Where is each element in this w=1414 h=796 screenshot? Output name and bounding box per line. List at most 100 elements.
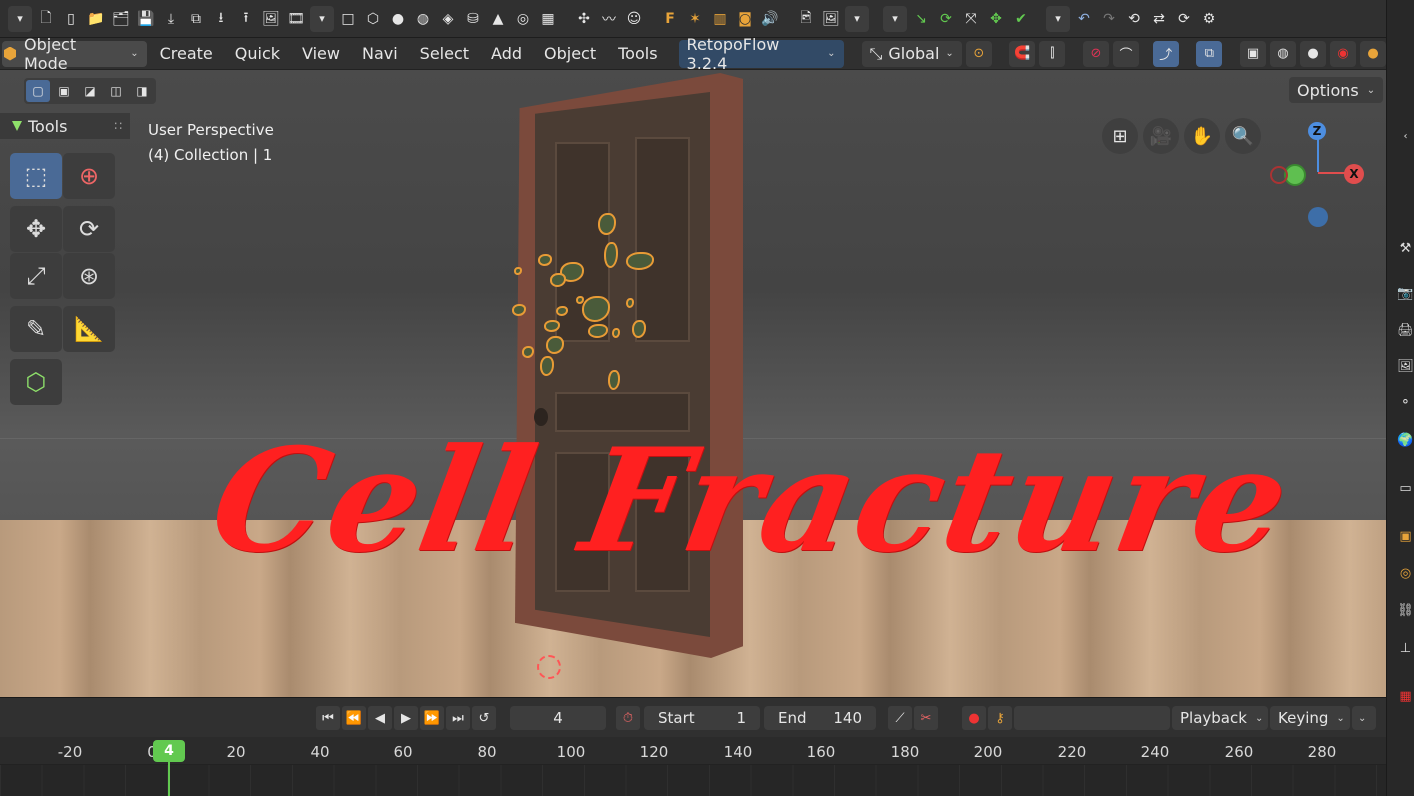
shading-rendered-icon[interactable]: ●: [1359, 40, 1386, 67]
playback-dropdown[interactable]: Playback ⌄: [1172, 706, 1268, 730]
end-frame-field[interactable]: End 140: [764, 706, 876, 730]
record-icon[interactable]: ●: [962, 706, 986, 730]
proportional-editing-icon[interactable]: ⊘: [1083, 40, 1109, 67]
prev-keyframe-icon[interactable]: ⏪: [342, 706, 366, 730]
save-copy-icon[interactable]: ⧉: [185, 8, 207, 30]
open-folder-icon[interactable]: 📁: [85, 8, 107, 30]
toggle-grid-icon[interactable]: ⊞: [1102, 118, 1138, 154]
add-plane-icon[interactable]: □: [337, 8, 359, 30]
apply-transform-icon[interactable]: ✔: [1010, 8, 1032, 30]
add-grid-icon[interactable]: ▦: [537, 8, 559, 30]
transform-rotate-icon[interactable]: ⟳: [935, 8, 957, 30]
next-keyframe-icon[interactable]: ⏩: [420, 706, 444, 730]
gizmo-neg-z-axis[interactable]: [1308, 207, 1328, 227]
blank-file-icon[interactable]: ▯: [60, 8, 82, 30]
menu-view[interactable]: View: [293, 41, 349, 67]
3d-viewport[interactable]: ▢ ▣ ◪ ◫ ◨ Tools ∷ ⬚ ⊕ ✥ ⟳ ⤢ ⊛ ✎ 📐 ⬡ User…: [0, 70, 1386, 697]
add-curve-icon[interactable]: 〰: [598, 8, 620, 30]
view-layer-icon[interactable]: 🖼: [1397, 358, 1414, 375]
collapse-arrow-icon[interactable]: ‹: [1397, 128, 1414, 145]
transform-tool[interactable]: ⊛: [63, 253, 115, 299]
menu-add[interactable]: Add: [482, 41, 531, 67]
shading-material-icon[interactable]: ◉: [1329, 40, 1356, 67]
play-icon[interactable]: ▶: [394, 706, 418, 730]
cursor-tool[interactable]: ⊕: [63, 153, 115, 199]
transform-move-icon[interactable]: ↘: [910, 8, 932, 30]
render-animation-icon[interactable]: 🎞: [285, 8, 307, 30]
export-icon[interactable]: ⭱: [235, 8, 257, 30]
constraint-properties-icon[interactable]: ⛓: [1397, 602, 1414, 619]
add-cylinder-icon[interactable]: ⛁: [462, 8, 484, 30]
preferences-gear-icon[interactable]: ⚙: [1198, 8, 1220, 30]
snap-target-icon[interactable]: ⫿: [1039, 40, 1066, 67]
zoom-icon[interactable]: 🔍: [1225, 118, 1261, 154]
select-intersect-icon[interactable]: ◨: [130, 80, 154, 102]
scale-tool[interactable]: ⤢: [10, 253, 62, 299]
add-reference-icon[interactable]: 🖼: [820, 8, 842, 30]
object-properties-icon[interactable]: ▣: [1397, 528, 1414, 545]
menu-quick[interactable]: Quick: [226, 41, 289, 67]
snap-toggle-icon[interactable]: 🧲: [1009, 40, 1036, 67]
add-monkey-icon[interactable]: ☺: [623, 8, 645, 30]
overlay-toggle-icon[interactable]: ⧉: [1196, 40, 1223, 67]
keying-set-field[interactable]: [1014, 706, 1170, 730]
navigation-gizmo[interactable]: Z X: [1268, 120, 1378, 230]
add-ico-sphere-icon[interactable]: ◈: [437, 8, 459, 30]
gizmo-z-axis[interactable]: Z: [1308, 122, 1326, 140]
keying-set-icon[interactable]: ⚷: [988, 706, 1012, 730]
menu-object[interactable]: Object: [535, 41, 605, 67]
timeline-more-dropdown[interactable]: ⌄: [1352, 706, 1376, 730]
rotate-tool[interactable]: ⟳: [63, 206, 115, 252]
transform-dropdown[interactable]: ▾: [883, 5, 907, 32]
undo-history-icon[interactable]: ⟲: [1123, 8, 1145, 30]
recent-files-icon[interactable]: 🗂: [110, 8, 132, 30]
material-properties-icon[interactable]: ▦: [1397, 688, 1414, 705]
gizmo-neg-x-axis[interactable]: [1270, 166, 1288, 184]
proportional-falloff-icon[interactable]: ⌒: [1113, 40, 1139, 67]
camera-view-icon[interactable]: 🎥: [1143, 118, 1179, 154]
editor-type-dropdown[interactable]: ▾: [8, 5, 32, 32]
render-image-icon[interactable]: 🖼: [260, 8, 282, 30]
pivot-point-icon[interactable]: ⊙: [965, 40, 992, 67]
render-properties-icon[interactable]: 📷: [1397, 285, 1414, 302]
retopoflow-dropdown[interactable]: RetopoFlow 3.2.4 ⌄: [678, 35, 844, 73]
save-as-icon[interactable]: ⤓: [160, 8, 182, 30]
shading-solid-icon[interactable]: ●: [1299, 40, 1326, 67]
transform-orientation-dropdown[interactable]: ⤡ Global ⌄: [861, 40, 962, 67]
add-circle-icon[interactable]: ●: [387, 8, 409, 30]
playhead[interactable]: 4: [153, 740, 185, 762]
pan-hand-icon[interactable]: ✋: [1184, 118, 1220, 154]
menu-tools[interactable]: Tools: [609, 41, 666, 67]
keyframe-filter-icon[interactable]: ⟋: [888, 706, 912, 730]
timeline-track-area[interactable]: [0, 765, 1386, 796]
add-torus-icon[interactable]: ◎: [512, 8, 534, 30]
file-more-dropdown[interactable]: ▾: [310, 5, 334, 32]
menu-select[interactable]: Select: [411, 41, 478, 67]
add-camera-icon[interactable]: ◙: [734, 8, 756, 30]
keyframe-delete-icon[interactable]: ✂: [914, 706, 938, 730]
scene-properties-icon[interactable]: ⚬: [1397, 394, 1414, 411]
transform-more-dropdown[interactable]: ▾: [1046, 5, 1070, 32]
collection-properties-icon[interactable]: ▭: [1397, 480, 1414, 497]
menu-create[interactable]: Create: [151, 41, 222, 67]
output-properties-icon[interactable]: 🖨: [1397, 322, 1414, 339]
add-cone-icon[interactable]: ▲: [487, 8, 509, 30]
add-more-dropdown[interactable]: ▾: [845, 5, 869, 32]
add-lattice-icon[interactable]: ▥: [709, 8, 731, 30]
modifier-properties-icon[interactable]: ◎: [1397, 565, 1414, 582]
redo-icon[interactable]: ↷: [1098, 8, 1120, 30]
shading-wireframe-icon[interactable]: ◍: [1269, 40, 1296, 67]
menu-navi[interactable]: Navi: [353, 41, 407, 67]
world-properties-icon[interactable]: 🌍: [1397, 432, 1414, 449]
timeline-ruler[interactable]: -20 0 20 40 60 80 100 120 140 160 180 20…: [0, 737, 1386, 765]
add-empty-icon[interactable]: ✣: [573, 8, 595, 30]
snap-transform-icon[interactable]: ✥: [985, 8, 1007, 30]
save-icon[interactable]: 💾: [135, 8, 157, 30]
add-cube-tool[interactable]: ⬡: [10, 359, 62, 405]
object-mode-dropdown[interactable]: Object Mode ⌄: [2, 35, 147, 73]
repeat-last-icon[interactable]: ⇄: [1148, 8, 1170, 30]
move-tool[interactable]: ✥: [10, 206, 62, 252]
add-armature-icon[interactable]: ✶: [684, 8, 706, 30]
select-difference-icon[interactable]: ◫: [104, 80, 128, 102]
add-cube-icon[interactable]: ⬡: [362, 8, 384, 30]
